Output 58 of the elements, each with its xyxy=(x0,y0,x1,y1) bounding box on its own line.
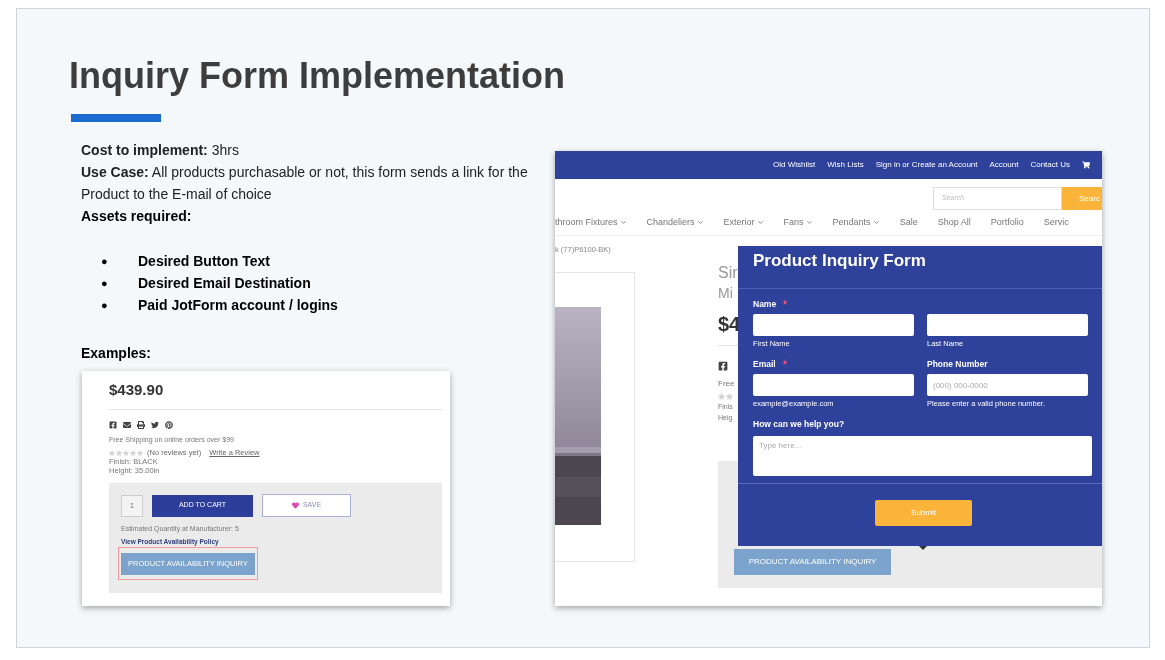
assets-heading: Assets required: xyxy=(81,207,192,226)
detail-text: Use Case: All products purchasable or not, this form sends a link for the Product to the E-mail of choice xyxy=(81,163,529,204)
field-label: Name xyxy=(753,297,777,311)
cart-icon xyxy=(1082,161,1090,169)
pointer-icon xyxy=(919,546,927,550)
form-title: Product Inquiry Form xyxy=(752,250,926,272)
price: $439.90 xyxy=(109,380,164,400)
top-link[interactable]: Account xyxy=(989,159,1019,171)
top-link[interactable]: Wish Lists xyxy=(827,159,864,171)
slide-title: Inquiry Form Implementation xyxy=(68,54,566,98)
nav-item[interactable]: throom Fixtures xyxy=(555,215,627,230)
nav-item[interactable]: Fans xyxy=(783,215,813,230)
nav-item[interactable]: Exterior xyxy=(723,215,764,230)
asset-item: Desired Email Destination xyxy=(138,274,311,293)
input-field[interactable] xyxy=(927,314,1088,336)
print-icon xyxy=(137,421,145,429)
facebook-icon xyxy=(109,421,117,429)
product-price: $4 xyxy=(718,312,741,336)
facebook-icon xyxy=(718,361,728,371)
bullet: ● xyxy=(101,298,109,313)
asset-item: Paid JotForm account / logins xyxy=(138,296,338,315)
nav-item[interactable]: Servic xyxy=(1043,215,1069,230)
bullet: ● xyxy=(101,276,109,291)
nav-item[interactable]: Sale xyxy=(899,215,918,230)
question-label: How can we help you? xyxy=(753,418,845,431)
chevron-icon xyxy=(756,219,764,226)
asset-item: Desired Button Text xyxy=(138,252,270,271)
input-field[interactable] xyxy=(753,314,914,336)
required-icon xyxy=(781,359,788,365)
nav-item[interactable]: Portfolio xyxy=(990,215,1024,230)
bird-icon xyxy=(151,421,159,429)
quantity-field[interactable]: 1 xyxy=(121,494,143,517)
pinterest-icon xyxy=(165,421,173,429)
nav-item[interactable]: Shop All xyxy=(937,215,971,230)
chevron-icon xyxy=(619,219,627,226)
field-label: Email xyxy=(753,357,776,371)
product-title: Sir xyxy=(718,264,738,282)
input-field[interactable] xyxy=(753,374,914,396)
shipping-text: Free xyxy=(718,378,735,389)
nav-item[interactable]: Pendants xyxy=(832,215,880,230)
chevron-icon xyxy=(696,219,704,226)
chevron-icon xyxy=(805,219,813,226)
message-field[interactable]: Type here... xyxy=(753,435,1092,476)
required-icon xyxy=(782,299,789,305)
product-subtitle: Mi xyxy=(718,284,733,302)
bullet: ● xyxy=(101,254,109,269)
top-link[interactable]: Old Wishlist xyxy=(773,159,816,171)
nav-item[interactable]: Chandeliers xyxy=(646,215,704,230)
envelope-icon xyxy=(123,421,131,429)
heart-icon xyxy=(291,502,299,509)
field-label: Phone Number xyxy=(927,357,988,371)
examples-heading: Examples: xyxy=(81,344,152,363)
inquiry-button[interactable]: PRODUCT AVAILABILITY INQUIRY xyxy=(734,549,891,575)
detail-text: Cost to implement: 3hrs xyxy=(81,141,240,160)
chevron-icon xyxy=(872,219,880,226)
top-link[interactable]: Contact Us xyxy=(1030,159,1070,171)
top-link[interactable]: Sign in or Create an Account xyxy=(875,159,978,171)
input-field[interactable]: (000) 000-0000 xyxy=(927,374,1088,396)
